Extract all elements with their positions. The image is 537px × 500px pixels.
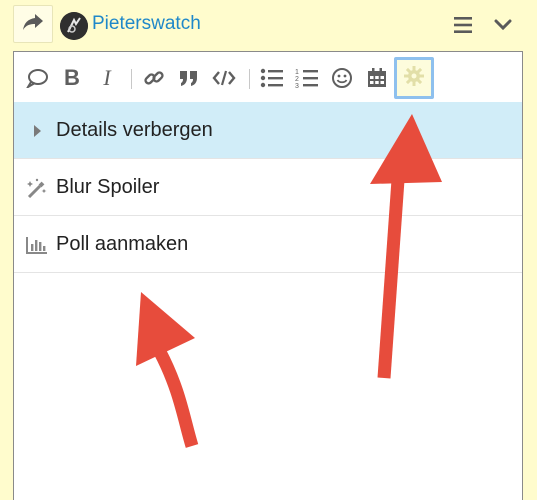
bold-icon[interactable]: B xyxy=(59,65,85,91)
magic-wand-icon xyxy=(26,178,48,198)
gear-icon xyxy=(403,65,425,92)
caret-right-icon xyxy=(26,121,48,141)
numbered-list-icon[interactable]: 1 2 3 xyxy=(294,65,320,91)
menu-item-poll-aanmaken[interactable]: Poll aanmaken xyxy=(14,216,522,273)
svg-text:1: 1 xyxy=(295,69,299,76)
menu-item-label: Details verbergen xyxy=(56,119,213,141)
menu-item-label: Poll aanmaken xyxy=(56,233,189,255)
code-icon[interactable] xyxy=(211,65,237,91)
chevron-down-icon[interactable] xyxy=(493,16,513,34)
emoji-icon[interactable] xyxy=(329,65,355,91)
options-dropdown-menu: Details verbergen Blur Spoiler Poll aanm… xyxy=(14,102,522,273)
editor-toolbar: B I 1 2 3 xyxy=(14,52,522,102)
menu-item-blur-spoiler[interactable]: Blur Spoiler xyxy=(14,159,522,216)
menu-item-details-verbergen[interactable]: Details verbergen xyxy=(14,102,522,159)
reply-button[interactable] xyxy=(13,5,53,43)
svg-text:3: 3 xyxy=(295,83,299,89)
toolbar-divider xyxy=(131,69,132,89)
toolbar-divider xyxy=(249,69,250,89)
options-gear-button[interactable] xyxy=(394,57,434,99)
blockquote-icon[interactable] xyxy=(176,65,202,91)
italic-icon[interactable]: I xyxy=(94,65,120,91)
reply-arrow-icon xyxy=(22,13,44,36)
quote-icon[interactable] xyxy=(24,65,50,91)
username[interactable]: Pieterswatch xyxy=(92,13,201,35)
composer-header: Pieterswatch xyxy=(0,0,537,50)
link-icon[interactable] xyxy=(141,65,167,91)
bullet-list-icon[interactable] xyxy=(259,65,285,91)
menu-item-label: Blur Spoiler xyxy=(56,176,160,198)
calendar-icon[interactable] xyxy=(364,65,390,91)
avatar[interactable] xyxy=(60,12,88,40)
svg-text:2: 2 xyxy=(295,76,299,83)
menu-icon[interactable] xyxy=(452,15,474,35)
bar-chart-icon xyxy=(26,235,48,255)
editor[interactable]: B I 1 2 3 Details verbergen Blur Spoiler… xyxy=(13,51,523,500)
